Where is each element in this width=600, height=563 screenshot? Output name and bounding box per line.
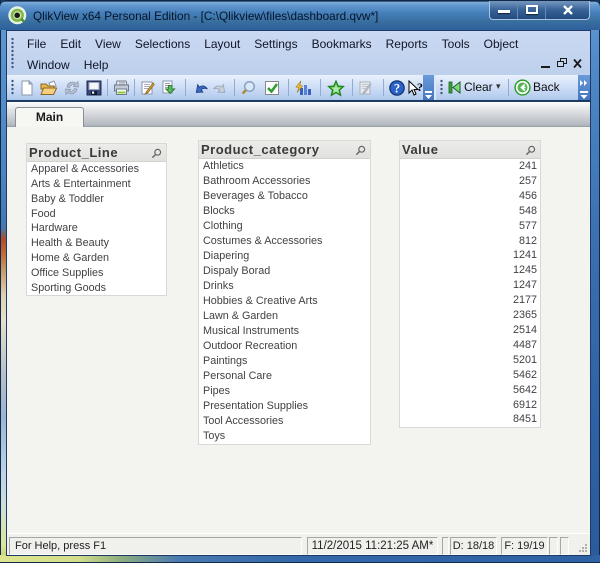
svg-text:?: ? xyxy=(394,82,400,96)
